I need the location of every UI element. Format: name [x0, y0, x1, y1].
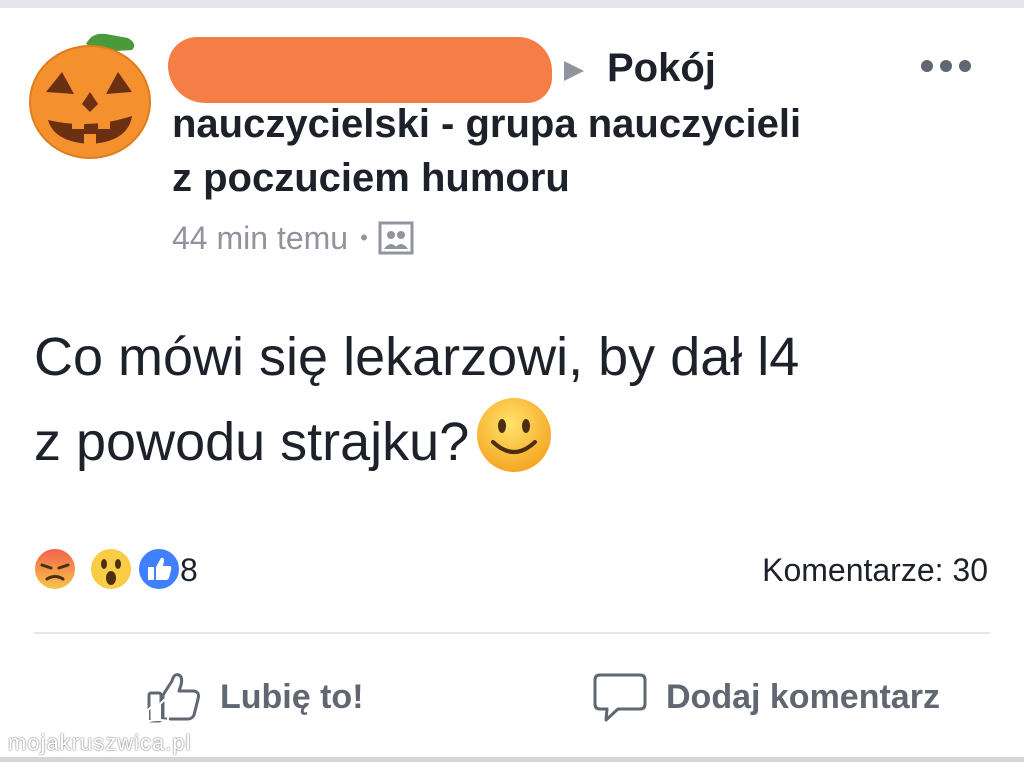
divider [34, 632, 990, 634]
angry-reaction-icon [33, 547, 77, 591]
reaction-count[interactable]: 8 [180, 552, 198, 589]
triangle-arrow-icon [564, 61, 584, 81]
smile-emoji-icon [477, 398, 552, 472]
post-text-line: Co mówi się lekarzowi, by dał l4 [34, 327, 800, 387]
timestamp[interactable]: 44 min temu [172, 220, 348, 257]
group-name[interactable]: Pokój [607, 46, 716, 91]
photo-audience-icon [378, 221, 414, 255]
reactions-summary[interactable] [32, 546, 232, 594]
like-label: Lubię to! [220, 677, 364, 716]
group-name-continued[interactable]: z poczuciem humoru [172, 156, 570, 201]
post-meta: 44 min temu • [172, 218, 414, 258]
post-text-line: z powodu strajku? [34, 396, 994, 481]
redacted-author-name [168, 37, 552, 103]
avatar[interactable] [28, 30, 154, 162]
bottom-frame-bar [0, 757, 1024, 762]
watermark-logo-icon [139, 698, 179, 729]
more-options-icon[interactable] [920, 58, 972, 74]
watermark-text: mojakruszwica.pl [8, 730, 192, 755]
post-text-segment: z powodu strajku? [34, 412, 470, 472]
top-frame-bar [0, 0, 1024, 8]
group-name-continued[interactable]: nauczycielski - grupa nauczycieli [172, 102, 801, 147]
separator-dot: • [360, 225, 368, 250]
speech-bubble-icon [593, 673, 647, 722]
comment-button[interactable]: Dodaj komentarz [592, 664, 940, 730]
comment-label: Dodaj komentarz [666, 677, 940, 716]
like-reaction-icon [137, 547, 181, 591]
post-body: Co mówi się lekarzowi, by dał l4 z powod… [34, 318, 994, 481]
wow-reaction-icon [89, 547, 133, 591]
pumpkin-icon [29, 33, 151, 159]
comments-count[interactable]: Komentarze: 30 [762, 552, 988, 589]
